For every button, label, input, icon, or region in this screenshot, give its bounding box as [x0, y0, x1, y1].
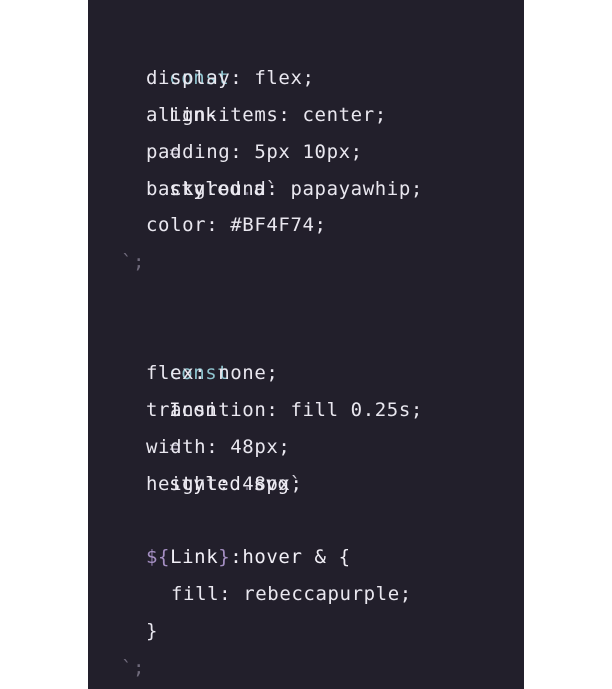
code-line-2: display: flex;	[146, 66, 315, 89]
template-close: }	[218, 546, 231, 569]
code-line-14-blank	[121, 503, 524, 540]
code-line-5: background: papayawhip;	[146, 177, 423, 200]
code-line-8-blank	[121, 281, 524, 318]
code-line-17: }	[146, 620, 159, 643]
code-line-16: fill: rebeccapurple;	[171, 583, 412, 606]
code-line-9: const Icon = styled.svg`	[121, 318, 524, 495]
code-line-4: padding: 5px 10px;	[146, 140, 363, 163]
code-line-10: flex: none;	[146, 362, 279, 385]
code-line-7: `;	[121, 251, 146, 274]
code-line-15: ${Link}:hover & {	[121, 539, 524, 576]
code-block: const Link = styled.a` display: flex; al…	[88, 0, 524, 689]
code-line-11: transition: fill 0.25s;	[146, 398, 423, 421]
code-line-6: color: #BF4F74;	[146, 214, 327, 237]
code-line-13: height: 48px;	[146, 472, 303, 495]
code-line-3: align-items: center;	[146, 103, 387, 126]
hover-selector: :hover & {	[230, 546, 351, 569]
code-line-12: width: 48px;	[146, 435, 291, 458]
template-open: ${	[146, 546, 171, 569]
code-line-18: `;	[121, 657, 146, 680]
code-line-1: const Link = styled.a`	[121, 23, 524, 200]
template-ref-link: Link	[170, 546, 219, 569]
